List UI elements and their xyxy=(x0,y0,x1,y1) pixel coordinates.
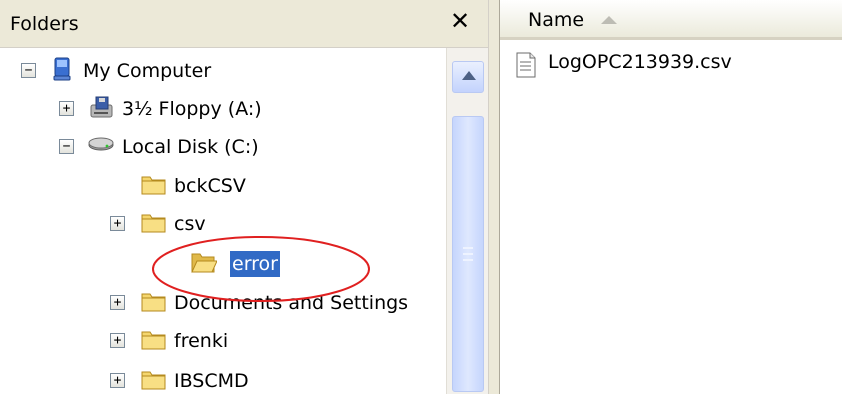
tree-item-label: IBSCMD xyxy=(174,370,249,392)
close-icon: ✕ xyxy=(449,7,471,35)
expand-icon[interactable]: + xyxy=(110,295,125,310)
folders-pane-header: Folders ✕ xyxy=(0,0,488,48)
file-list-pane: Name LogOPC213939.csv xyxy=(500,0,842,394)
floppy-drive-icon xyxy=(90,96,113,118)
folder-icon xyxy=(141,214,166,233)
column-header-label: Name xyxy=(528,9,585,31)
tree-item-label: csv xyxy=(174,213,206,235)
tree-item-label: error xyxy=(230,251,280,277)
file-name: LogOPC213939.csv xyxy=(548,51,732,73)
expand-icon[interactable]: + xyxy=(110,216,125,231)
tree-item-label: frenki xyxy=(174,330,229,352)
tree-item-local-disk[interactable]: − Local Disk (C:) xyxy=(0,126,446,166)
folder-icon xyxy=(141,371,166,390)
computer-icon xyxy=(53,57,71,81)
grip-icon xyxy=(463,247,473,261)
folders-pane-title: Folders xyxy=(10,13,79,35)
tree-item-ibscmd[interactable]: + IBSCMD xyxy=(0,360,446,394)
collapse-icon[interactable]: − xyxy=(21,63,36,78)
scrollbar-thumb[interactable] xyxy=(452,116,484,392)
tree-item-label: Documents and Settings xyxy=(174,292,409,314)
tree-item-label: bckCSV xyxy=(174,175,246,197)
tree-item-label: 3½ Floppy (A:) xyxy=(122,98,262,120)
tree-item-frenki[interactable]: + frenki xyxy=(0,320,446,360)
expand-icon[interactable]: + xyxy=(110,333,125,348)
folder-tree: − My Computer + 3½ Floppy (A:) − Local D… xyxy=(0,48,446,394)
tree-item-csv[interactable]: + csv xyxy=(0,203,446,243)
tree-item-label: My Computer xyxy=(83,60,212,82)
scroll-up-button[interactable] xyxy=(452,61,484,93)
tree-item-documents-and-settings[interactable]: + Documents and Settings xyxy=(0,282,446,322)
expand-icon[interactable]: + xyxy=(110,373,125,388)
tree-item-my-computer[interactable]: − My Computer xyxy=(0,50,446,90)
hard-disk-icon xyxy=(88,137,114,151)
folder-open-icon xyxy=(191,253,217,273)
tree-item-error[interactable]: error xyxy=(0,243,446,283)
folder-icon xyxy=(141,293,166,312)
pane-splitter[interactable] xyxy=(488,0,500,394)
tree-item-bckcsv[interactable]: bckCSV xyxy=(0,165,446,205)
collapse-icon[interactable]: − xyxy=(59,139,74,154)
tree-item-label: Local Disk (C:) xyxy=(122,136,259,158)
sort-ascending-icon xyxy=(601,16,617,24)
tree-item-floppy[interactable]: + 3½ Floppy (A:) xyxy=(0,88,446,128)
vertical-scrollbar[interactable] xyxy=(446,48,488,394)
column-header-name[interactable]: Name xyxy=(500,0,842,40)
folders-pane: Folders ✕ − My Computer + 3½ Floppy (A:)… xyxy=(0,0,488,394)
folder-icon xyxy=(141,176,166,195)
expand-icon[interactable]: + xyxy=(59,101,74,116)
text-file-icon xyxy=(516,52,536,78)
folder-icon xyxy=(141,331,166,350)
close-folders-pane-button[interactable]: ✕ xyxy=(447,6,473,36)
